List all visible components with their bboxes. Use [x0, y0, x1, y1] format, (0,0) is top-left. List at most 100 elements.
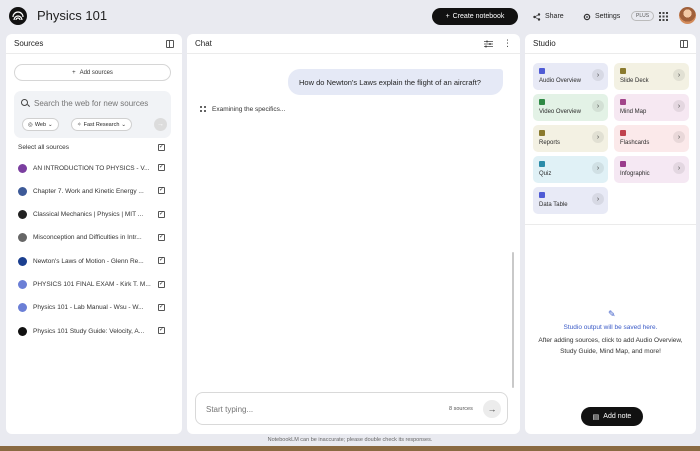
gear-icon — [583, 13, 591, 20]
studio-tile[interactable]: Audio Overview › — [533, 63, 608, 90]
create-notebook-button[interactable]: + Create notebook — [432, 8, 518, 25]
studio-header: Studio — [525, 34, 696, 54]
studio-tile-icon — [539, 68, 545, 74]
studio-tile[interactable]: Slide Deck › — [614, 63, 689, 90]
collapse-panel-icon[interactable] — [166, 39, 174, 48]
source-checkbox[interactable]: ✓ — [158, 303, 165, 311]
share-icon — [533, 12, 541, 21]
studio-tile-icon — [539, 99, 545, 105]
source-item-label: Classical Mechanics | Physics | MIT ... — [33, 211, 144, 219]
source-item[interactable]: Physics 101 - Lab Manual - Wsu - W... — [18, 301, 173, 315]
studio-tile[interactable]: Reports › — [533, 125, 608, 152]
studio-empty-title: Studio output will be saved here. — [563, 324, 658, 331]
add-sources-button[interactable]: + Add sources — [14, 64, 171, 81]
share-button[interactable]: Share — [527, 8, 570, 25]
source-item-label: Physics 101 Study Guide: Velocity, A... — [33, 327, 145, 335]
chevron-down-icon: ⌄ — [48, 121, 53, 128]
source-checkbox[interactable]: ✓ — [158, 257, 165, 265]
source-checkbox[interactable]: ✓ — [158, 210, 165, 218]
web-icon — [18, 280, 27, 289]
studio-tile-icon — [620, 161, 626, 167]
source-count: 8 sources — [449, 406, 473, 412]
pdf-icon — [18, 233, 27, 243]
studio-tile[interactable]: Data Table › — [533, 187, 608, 214]
studio-tile-icon — [539, 192, 545, 198]
studio-tile-icon — [539, 130, 545, 136]
studio-title: Studio — [533, 39, 556, 48]
notebooklm-logo-icon[interactable] — [9, 7, 27, 25]
chevron-right-icon[interactable]: › — [673, 162, 685, 174]
sparkle-loading-icon — [200, 106, 206, 112]
add-note-button[interactable]: ▤ Add note — [581, 407, 643, 426]
web-search-input[interactable] — [34, 97, 164, 109]
select-all-checkbox[interactable]: ✓ — [158, 144, 165, 151]
chevron-right-icon[interactable]: › — [592, 100, 604, 112]
studio-panel: Studio Audio Overview › Slide Deck › Video O… — [525, 34, 696, 434]
source-item[interactable]: AN INTRODUCTION TO PHYSICS - V... — [18, 161, 173, 175]
apps-grid-icon[interactable] — [659, 12, 668, 21]
globe-icon: ◎ — [28, 121, 33, 128]
source-checkbox[interactable]: ✓ — [158, 233, 165, 241]
chevron-right-icon[interactable]: › — [592, 193, 604, 205]
status-text: Examining the specifics... — [212, 105, 286, 113]
studio-tile[interactable]: Quiz › — [533, 156, 608, 183]
create-notebook-label: Create notebook — [452, 13, 505, 20]
studio-tile[interactable]: Mind Map › — [614, 94, 689, 121]
chat-panel: Chat ⋮ How do Newton's Laws explain the … — [187, 34, 520, 434]
studio-tile[interactable]: Flashcards › — [614, 125, 689, 152]
studio-tile[interactable]: Video Overview › — [533, 94, 608, 121]
plus-icon: + — [72, 69, 76, 76]
source-item-label: Newton's Laws of Motion - Glenn Re... — [33, 257, 144, 265]
source-item-label: Misconception and Difficulties in Intr..… — [33, 234, 142, 242]
web-icon — [18, 303, 27, 313]
share-label: Share — [545, 13, 564, 20]
web-source-dropdown[interactable]: ◎ Web ⌄ — [22, 118, 59, 131]
plus-icon: + — [445, 13, 450, 20]
studio-tile-label: Video Overview — [539, 109, 581, 115]
chat-scrollbar[interactable] — [512, 252, 514, 388]
studio-tile[interactable]: Infographic › — [614, 156, 689, 183]
source-checkbox[interactable]: ✓ — [158, 164, 165, 171]
arrow-right-icon: → — [157, 121, 164, 128]
research-mode-dropdown[interactable]: ✧ Fast Research ⌄ — [71, 118, 132, 131]
chevron-right-icon[interactable]: › — [673, 100, 685, 112]
source-item[interactable]: Chapter 7. Work and Kinetic Energy ... — [18, 184, 173, 198]
avatar[interactable] — [679, 7, 696, 24]
mit-icon — [18, 210, 27, 220]
chevron-right-icon[interactable]: › — [673, 69, 685, 81]
source-item[interactable]: Misconception and Difficulties in Intr..… — [18, 231, 173, 245]
nasa-icon — [18, 256, 27, 266]
arrow-right-icon: → — [487, 404, 497, 414]
source-item[interactable]: Newton's Laws of Motion - Glenn Re... — [18, 254, 173, 268]
thinking-status: Examining the specifics... — [199, 105, 285, 113]
studio-tile-icon — [620, 130, 626, 136]
source-item[interactable]: Physics 101 Study Guide: Velocity, A... — [18, 324, 173, 338]
settings-button[interactable]: Settings — [577, 8, 626, 25]
sources-title: Sources — [14, 39, 44, 48]
send-button[interactable]: → — [483, 400, 501, 418]
chevron-right-icon[interactable]: › — [592, 131, 604, 143]
chevron-right-icon[interactable]: › — [592, 162, 604, 174]
desktop-background-strip — [0, 446, 700, 451]
source-item-label: AN INTRODUCTION TO PHYSICS - V... — [33, 164, 150, 172]
more-options-icon[interactable]: ⋮ — [503, 38, 512, 49]
tune-icon[interactable] — [484, 40, 493, 48]
user-message-text: How do Newton's Laws explain the flight … — [299, 77, 481, 87]
select-all-label: Select all sources — [18, 144, 69, 151]
chat-input[interactable] — [206, 403, 426, 415]
studio-tile-label: Infographic — [620, 171, 650, 177]
chevron-right-icon[interactable]: › — [592, 69, 604, 81]
source-checkbox[interactable]: ✓ — [158, 280, 165, 288]
source-checkbox[interactable]: ✓ — [158, 327, 165, 335]
source-checkbox[interactable]: ✓ — [158, 187, 165, 195]
studio-tile-label: Data Table — [539, 202, 568, 208]
search-submit-button[interactable]: → — [154, 118, 167, 131]
collapse-panel-icon[interactable] — [680, 39, 688, 48]
source-item[interactable]: PHYSICS 101 FINAL EXAM - Kirk T. M... — [18, 278, 173, 292]
source-item[interactable]: Classical Mechanics | Physics | MIT ... — [18, 208, 173, 222]
notebook-title[interactable]: Physics 101 — [37, 8, 107, 23]
studio-tile-icon — [539, 161, 545, 167]
top-bar: Physics 101 + Create notebook Share Sett… — [0, 0, 700, 32]
chevron-right-icon[interactable]: › — [673, 131, 685, 143]
note-icon: ▤ — [592, 413, 600, 421]
